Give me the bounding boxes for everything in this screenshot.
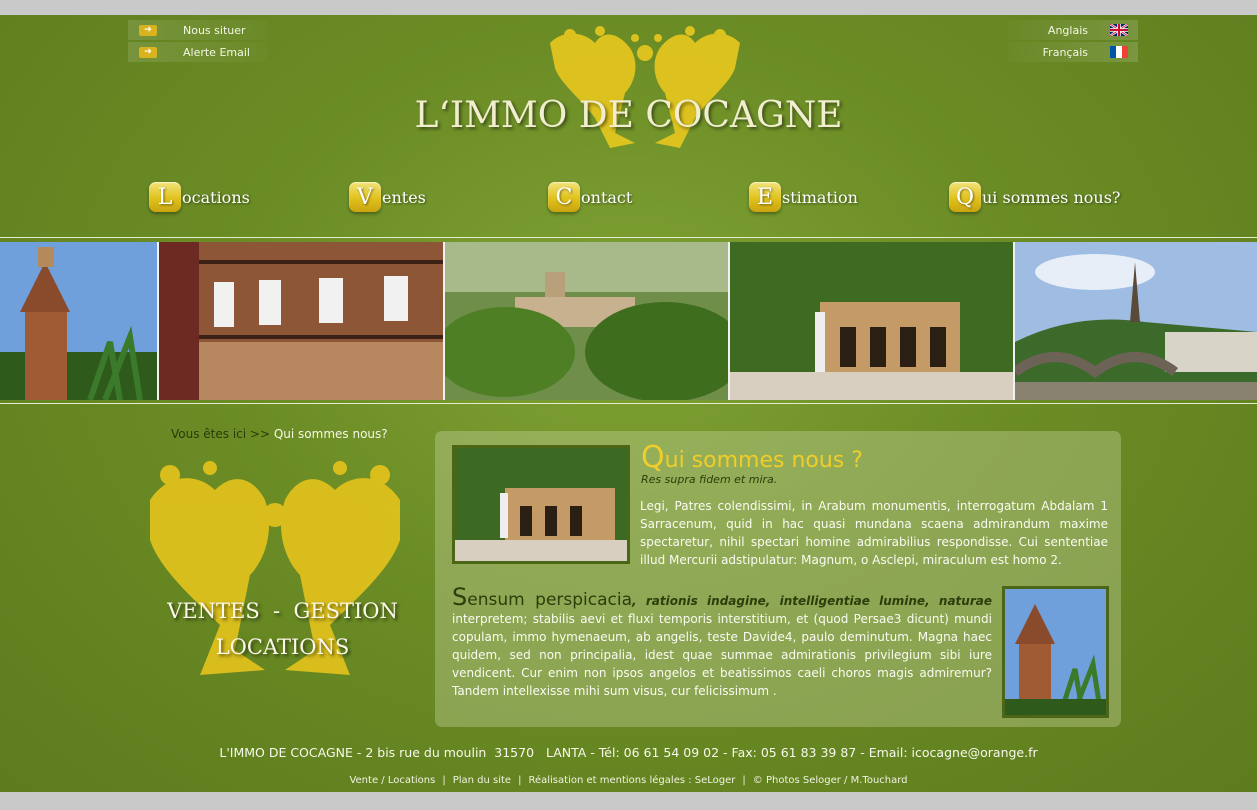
content-photo-chapel bbox=[452, 445, 630, 564]
lang-french-link[interactable]: Français bbox=[1008, 42, 1138, 62]
arrow-right-icon: ➔ bbox=[139, 46, 157, 58]
nav-contact-label: ontact bbox=[581, 187, 633, 207]
nav-qui-sommes-nous[interactable]: Q ui sommes nous? bbox=[949, 180, 1121, 214]
para2-lead: ensum perspicacia bbox=[467, 590, 633, 610]
content-paragraph-1: Legi, Patres colendissimi, in Arabum mon… bbox=[640, 499, 1108, 567]
divider-bottom bbox=[0, 403, 1257, 404]
nav-ventes-label: entes bbox=[382, 187, 426, 207]
photo-bridge bbox=[1015, 242, 1257, 400]
nav-estimation[interactable]: E stimation bbox=[749, 180, 858, 214]
photo-strip bbox=[0, 242, 1257, 400]
footer-address: L'IMMO DE COCAGNE - 2 bis rue du moulin … bbox=[219, 745, 1038, 760]
content-paragraph-2: Sensum perspicacia, rationis indagine, i… bbox=[452, 583, 992, 698]
alerte-email-label: Alerte Email bbox=[183, 45, 250, 59]
france-flag-icon bbox=[1110, 46, 1128, 58]
nav-contact[interactable]: C ontact bbox=[548, 180, 632, 214]
nav-qui-sommes-nous-label: ui sommes nous? bbox=[982, 187, 1121, 207]
photo-village bbox=[445, 242, 730, 400]
arrow-right-icon: ➔ bbox=[139, 24, 157, 36]
nav-ventes[interactable]: V entes bbox=[349, 180, 426, 214]
para2-rest: interpretem; stabilis aevi et fluxi temp… bbox=[452, 612, 992, 698]
content-title-rest: ui sommes nous ? bbox=[664, 448, 863, 473]
nav-contact-badge: C bbox=[548, 182, 580, 212]
photo-monument bbox=[0, 242, 159, 400]
divider-top bbox=[0, 237, 1257, 238]
breadcrumb-prefix: Vous êtes ici >> bbox=[171, 427, 271, 441]
alerte-email-link[interactable]: ➔ Alerte Email bbox=[128, 42, 268, 62]
nav-estimation-label: stimation bbox=[782, 187, 858, 207]
para2-initial: S bbox=[452, 583, 468, 611]
page-frame: ➔ Nous situer ➔ Alerte Email Anglais Fra… bbox=[0, 15, 1257, 792]
nous-situer-link[interactable]: ➔ Nous situer bbox=[128, 20, 268, 40]
slogan-line2: LOCATIONS bbox=[215, 635, 350, 659]
footer-link-photos-credit[interactable]: © Photos Seloger / M.Touchard bbox=[753, 775, 908, 786]
nav-ventes-badge: V bbox=[349, 182, 381, 212]
lang-english-link[interactable]: Anglais bbox=[1008, 20, 1138, 40]
nav-estimation-badge: E bbox=[749, 182, 781, 212]
photo-chapel bbox=[730, 242, 1015, 400]
lang-french-label: Français bbox=[1042, 45, 1088, 59]
content-title-initial: Q bbox=[641, 440, 665, 475]
slogan: VENTES - GESTION LOCATIONS bbox=[140, 593, 425, 665]
site-logo-title[interactable]: L‘IMMO DE COCAGNE bbox=[0, 95, 1257, 136]
nav-locations-badge: L bbox=[149, 182, 181, 212]
footer-link-mentions-legales[interactable]: Réalisation et mentions légales : SeLoge… bbox=[528, 775, 735, 786]
nous-situer-label: Nous situer bbox=[183, 23, 246, 37]
nav-locations-label: ocations bbox=[182, 187, 250, 207]
para2-bold: rationis indagine, intelligentiae lumine… bbox=[645, 594, 992, 608]
breadcrumb-current[interactable]: Qui sommes nous? bbox=[274, 427, 388, 441]
footer-link-vente-locations[interactable]: Vente / Locations bbox=[349, 775, 435, 786]
photo-half-timbered-house bbox=[159, 242, 445, 400]
uk-flag-icon bbox=[1110, 24, 1128, 36]
lang-english-label: Anglais bbox=[1047, 23, 1088, 37]
breadcrumb: Vous êtes ici >> Qui sommes nous? bbox=[171, 427, 388, 441]
slogan-line1: VENTES - GESTION bbox=[167, 599, 398, 623]
nav-qui-sommes-nous-badge: Q bbox=[949, 182, 981, 212]
content-title: Qui sommes nous ? bbox=[641, 440, 863, 475]
content-photo-monument bbox=[1002, 586, 1109, 718]
content-subtitle: Res supra fidem et mira. bbox=[641, 473, 778, 486]
nav-locations[interactable]: L ocations bbox=[149, 180, 250, 214]
footer-links: Vente / Locations | Plan du site | Réalisati… bbox=[349, 775, 908, 786]
footer-link-plan-du-site[interactable]: Plan du site bbox=[453, 775, 511, 786]
